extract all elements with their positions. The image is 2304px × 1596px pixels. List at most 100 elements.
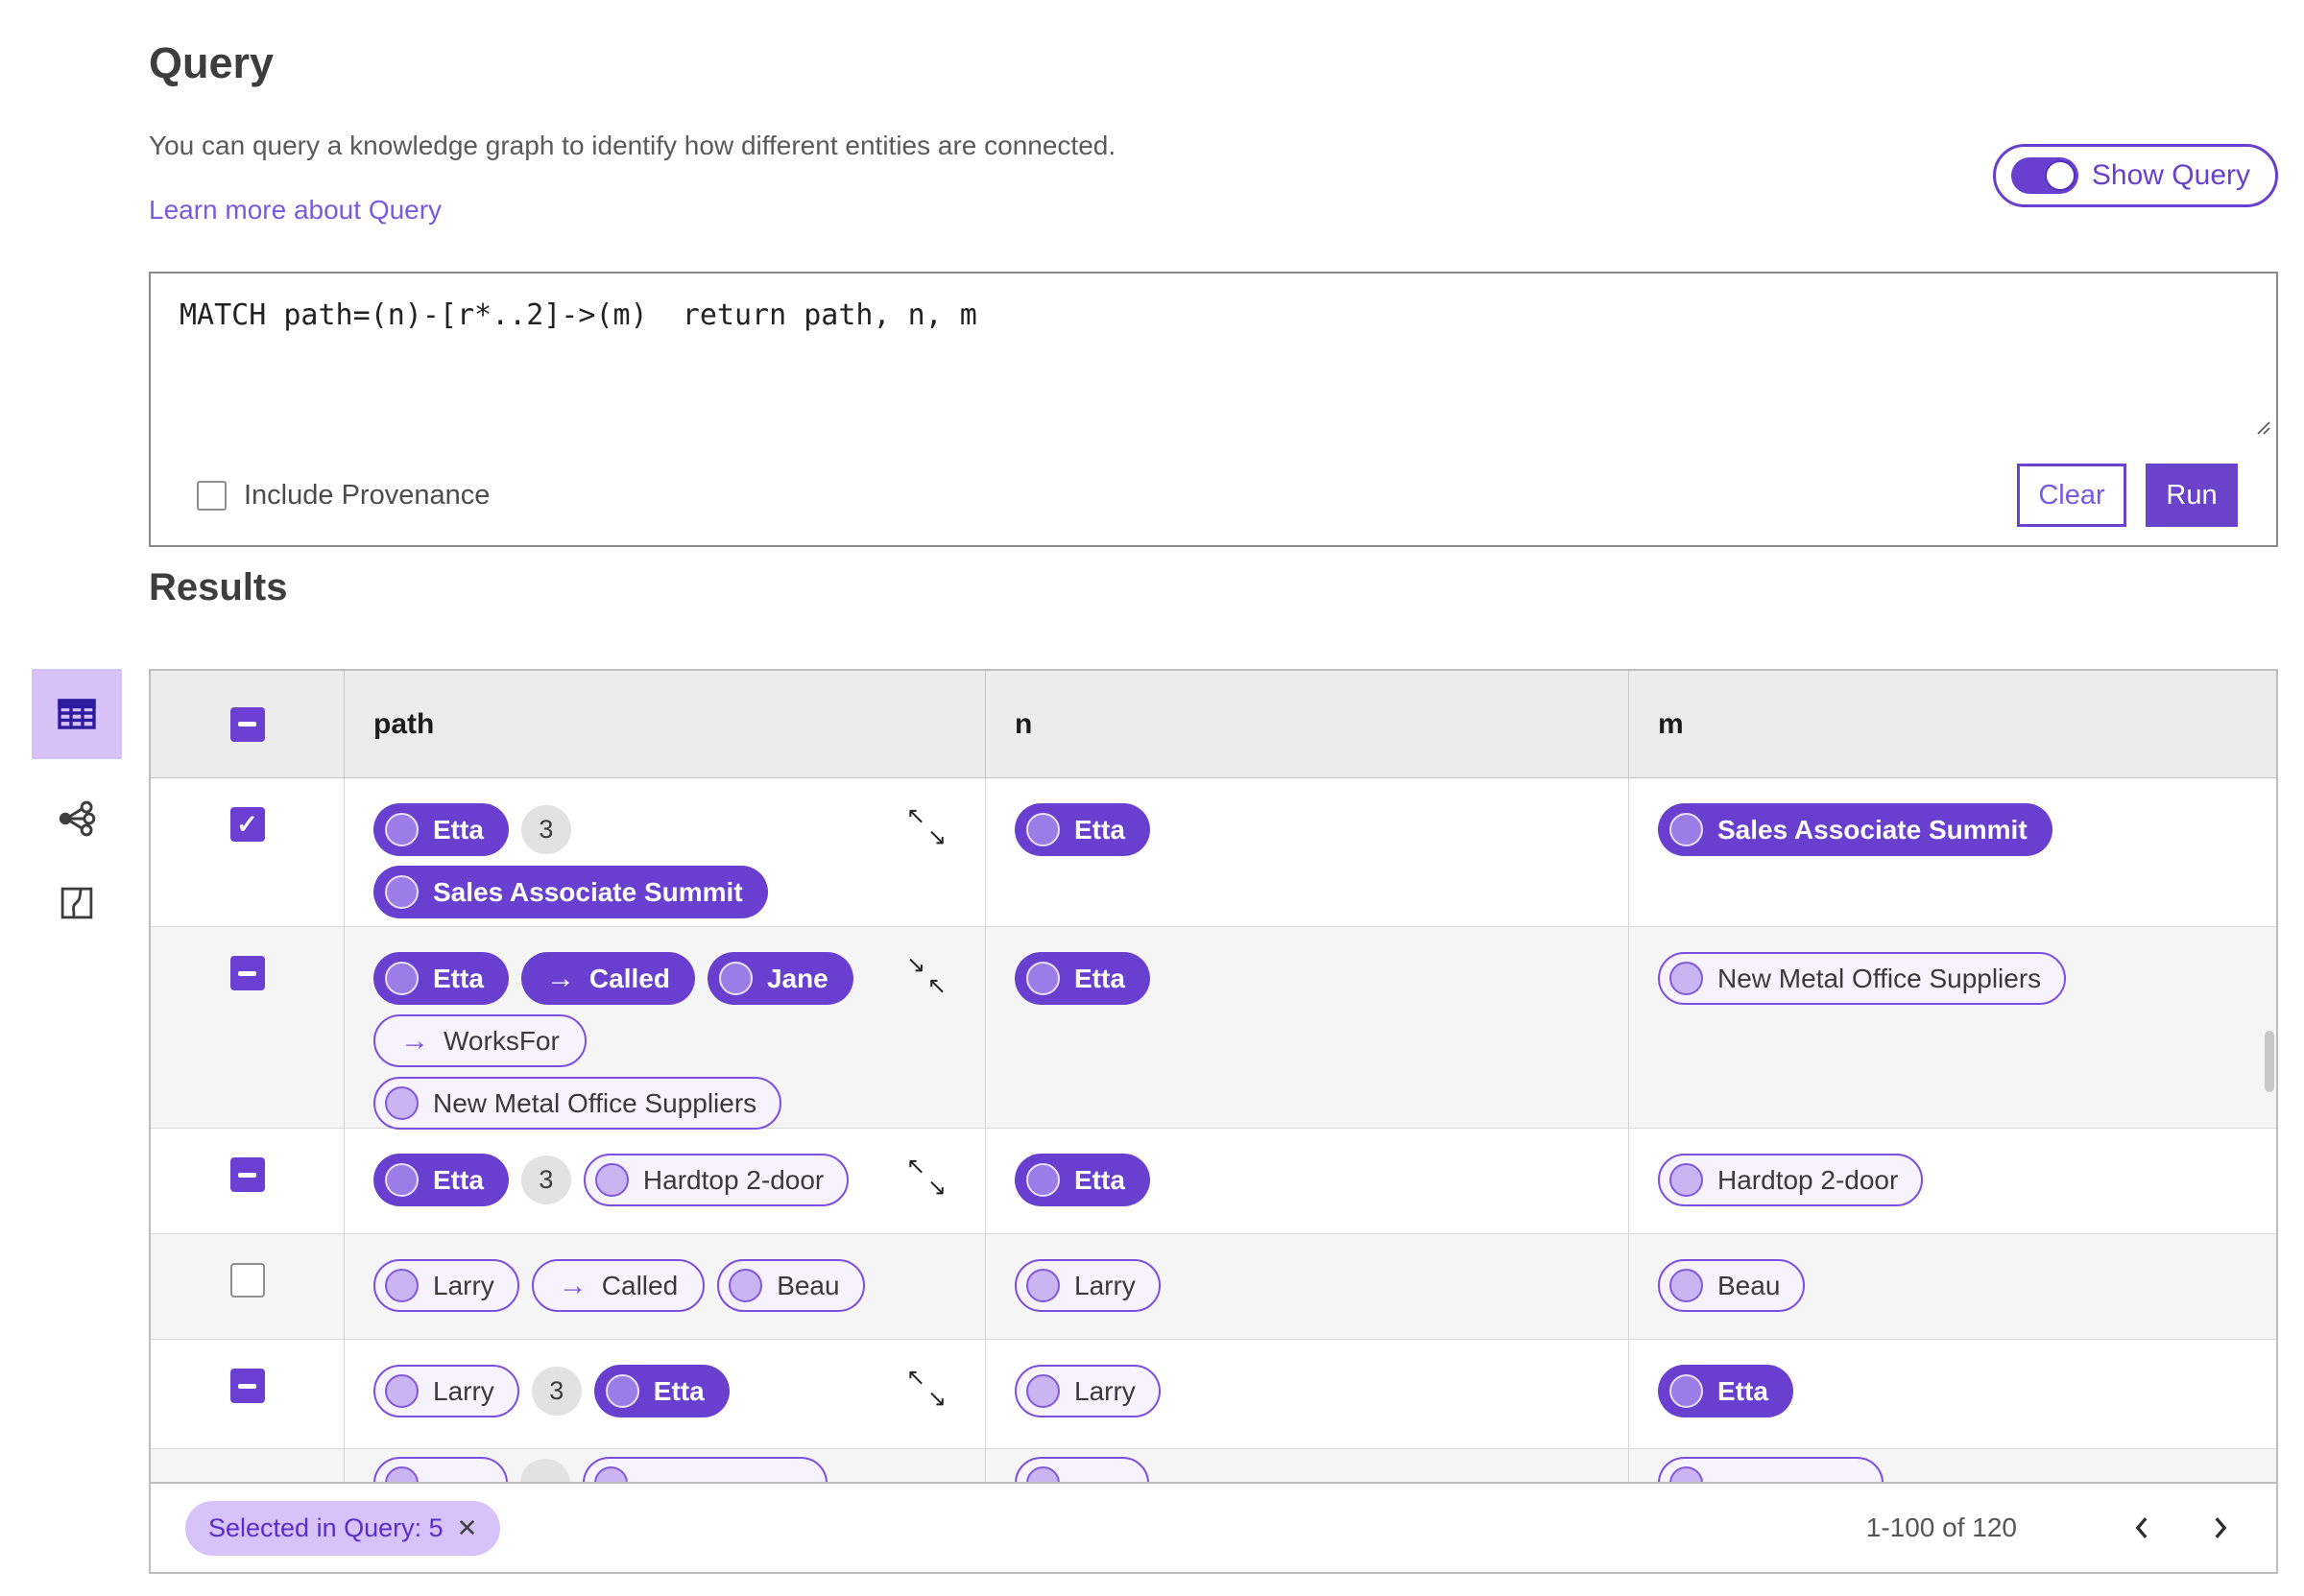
arrow-nw-icon: ↖ [906,1154,926,1179]
node-pill[interactable]: Etta [373,952,509,1005]
column-header-n[interactable]: n [986,671,1629,777]
query-input[interactable]: MATCH path=(n)-[r*..2]->(m) return path,… [151,274,2276,437]
select-all-checkbox[interactable] [229,706,265,742]
node-pill[interactable]: Larry [1015,1365,1161,1417]
toggle-knob[interactable] [2044,160,2076,191]
node-pill[interactable]: Etta [373,1154,509,1206]
node-pill[interactable]: Sales Associate Summit [1658,803,2052,856]
expand-path-button[interactable]: ↖ ↘ [906,1155,947,1200]
collapse-path-button[interactable]: ↘ ↖ [906,954,947,998]
node-pill[interactable] [1015,1457,1149,1484]
close-icon[interactable]: ✕ [457,1513,478,1543]
node-pill[interactable]: Etta [1015,803,1150,856]
column-header-path[interactable]: path [345,671,986,777]
node-icon [1669,1374,1703,1408]
node-pill[interactable]: Etta [1015,952,1150,1005]
edge-pill[interactable]: → WorksFor [373,1014,587,1067]
view-switcher-rail [32,669,122,928]
arrow-se-icon: ↘ [926,1175,947,1201]
arrow-se-icon: ↘ [926,824,947,850]
node-pill[interactable]: Etta [593,1365,730,1417]
previous-page-button[interactable] [2121,1507,2163,1549]
node-icon [1026,1163,1060,1197]
chip-label: Selected in Query: 5 [208,1513,444,1542]
node-pill[interactable]: Larry [373,1365,519,1417]
node-icon [385,813,419,846]
map-view-button[interactable] [57,883,97,928]
node-pill[interactable]: Larry [1015,1259,1161,1312]
show-query-label: Show Query [2091,159,2250,191]
node-pill[interactable]: New Metal Office Suppliers [1658,952,2067,1005]
row-checkbox[interactable]: ✓ [229,807,265,842]
node-pill[interactable]: New Metal Office Suppliers [373,1077,782,1130]
arrow-nw-icon: ↖ [906,1365,926,1391]
column-header-m[interactable]: m [1629,671,2276,777]
row-checkbox[interactable] [229,1263,265,1298]
edge-pill[interactable]: → Called [531,1259,706,1312]
node-icon [1026,813,1060,846]
learn-more-link[interactable]: Learn more about Query [149,195,442,226]
expand-path-button[interactable]: ↖ ↘ [906,1367,947,1411]
node-icon [1669,813,1703,846]
table-scrollbar-thumb[interactable] [2265,1031,2274,1092]
edge-pill[interactable]: → Called [520,952,695,1005]
page-description: You can query a knowledge graph to ident… [149,131,1116,160]
count-badge: 3 [520,805,571,854]
node-pill[interactable]: Larry [373,1259,519,1312]
node-icon [385,1086,419,1120]
table-icon [58,699,96,729]
arrow-nw-icon: ↖ [906,803,926,829]
edge-arrow-icon: → [400,1024,429,1057]
node-pill[interactable]: Hardtop 2-door [1658,1154,1924,1206]
table-row: Larry → Called Beau Larry Beau [151,1234,2276,1340]
chevron-right-icon [2215,1517,2227,1538]
table-row: Larry 3 Etta ↖ ↘ Larry Etta [151,1340,2276,1449]
row-checkbox[interactable] [229,956,265,990]
row-checkbox[interactable] [229,1369,265,1403]
node-pill[interactable]: Beau [1658,1259,1806,1312]
query-page: Query You can query a knowledge graph to… [0,0,2304,1596]
node-icon [1669,1269,1703,1302]
node-pill[interactable] [1658,1457,1884,1484]
node-pill[interactable]: Etta [1658,1365,1793,1417]
clear-button[interactable]: Clear [2017,464,2126,527]
editor-controls: Include Provenance Clear Run [151,445,2276,545]
edge-arrow-icon: → [558,1269,588,1301]
node-pill[interactable]: Etta [373,803,509,856]
node-pill[interactable]: Beau [717,1259,865,1312]
node-pill[interactable]: Jane [707,952,853,1005]
node-icon [385,1269,419,1302]
next-page-button[interactable] [2199,1507,2242,1549]
arrow-nw-icon: ↖ [926,973,947,999]
node-icon [1026,1269,1060,1302]
node-pill[interactable]: Hardtop 2-door [583,1154,850,1206]
toggle-switch-icon[interactable] [2010,157,2078,194]
include-provenance-checkbox[interactable]: Include Provenance [197,480,490,512]
check-icon: ✓ [236,809,258,839]
table-view-button[interactable] [32,669,122,759]
node-icon [729,1269,763,1302]
show-query-toggle[interactable]: Show Query [1992,144,2278,207]
node-icon [1026,1374,1060,1408]
map-icon [60,887,93,919]
node-pill[interactable] [583,1457,828,1484]
page-title: Query [149,38,275,87]
table-row [151,1449,2276,1484]
chevron-left-icon [2135,1517,2148,1538]
node-pill[interactable] [373,1457,508,1484]
node-icon [718,962,753,995]
selected-in-query-chip[interactable]: Selected in Query: 5 ✕ [185,1500,501,1556]
row-checkbox[interactable] [229,1157,265,1192]
query-editor-panel: MATCH path=(n)-[r*..2]->(m) return path,… [149,272,2278,547]
table-row: Etta → Called Jane → WorksFor New Metal Of… [151,927,2276,1130]
resize-handle-icon[interactable] [2253,417,2272,437]
node-icon [385,1163,419,1197]
graph-view-button[interactable] [56,798,98,845]
run-button[interactable]: Run [2146,464,2238,527]
checkbox-unchecked-icon[interactable] [197,480,227,511]
expand-path-button[interactable]: ↖ ↘ [906,805,947,849]
node-pill[interactable]: Sales Associate Summit [373,866,768,918]
include-provenance-label: Include Provenance [244,479,491,511]
arrow-se-icon: ↘ [926,1386,947,1412]
node-pill[interactable]: Etta [1015,1154,1150,1206]
